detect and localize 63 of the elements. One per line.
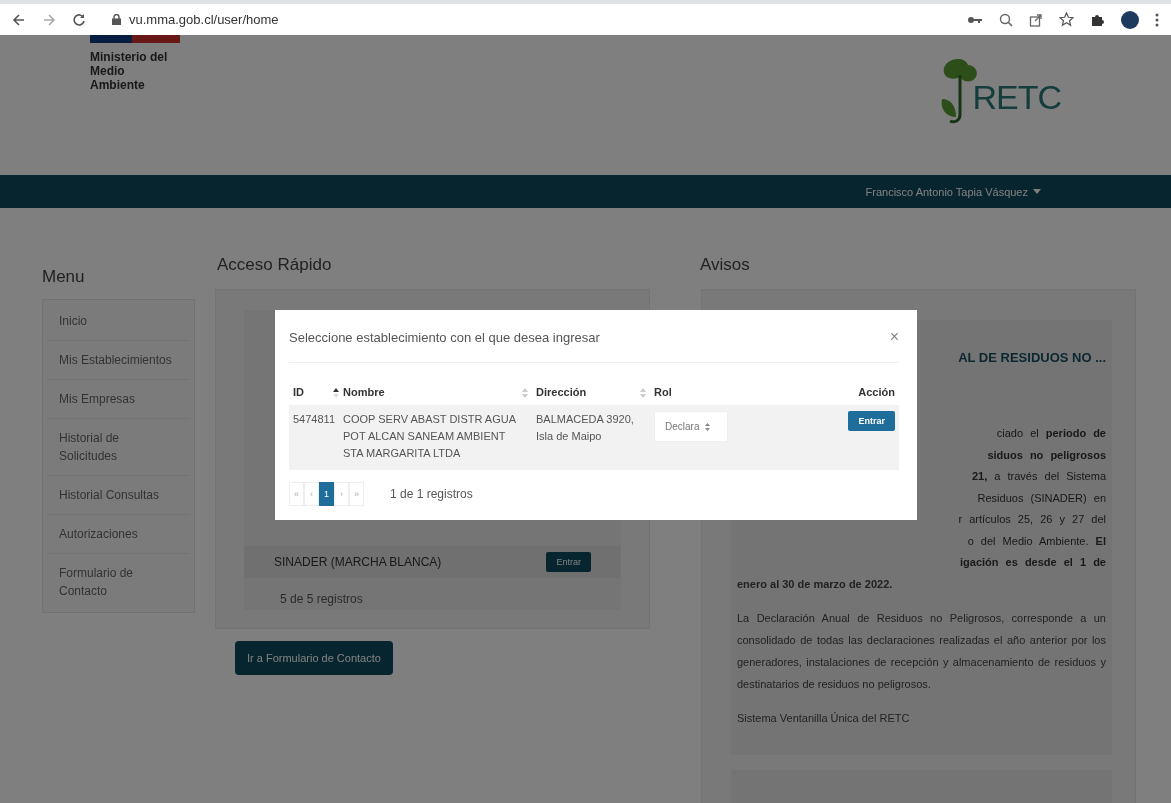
menu-item[interactable]: Mis Establecimientos (47, 341, 190, 380)
notice-text: ciado el periodo de (996, 426, 1106, 441)
column-header[interactable]: ID (289, 379, 339, 405)
notice-text: Sistema Ventanilla Única del RETC (737, 710, 911, 726)
record-count: 5 de 5 registros (279, 591, 364, 608)
zoom-icon[interactable] (999, 12, 1013, 27)
notice-text: siduos no peligrosos (987, 447, 1106, 463)
menu-item[interactable]: Inicio (47, 302, 190, 341)
reload-icon[interactable] (72, 12, 86, 27)
notice-text: 21, a través del Sistema (972, 469, 1106, 484)
section-title: Menu (42, 267, 86, 288)
menu-item[interactable]: Mis Empresas (47, 380, 190, 419)
lock-icon (112, 14, 121, 25)
sort-icon (522, 388, 528, 398)
menu-item[interactable]: Historial de Solicitudes (47, 419, 190, 476)
table-cell: COOP SERV ABAST DISTR AGUA POT ALCAN SANEAM AMBIENT STA MARGARITA LTDA (343, 413, 516, 459)
modal-title: Seleccione establecimiento con el que desea ingresar (289, 329, 600, 345)
close-button[interactable]: × (889, 328, 899, 346)
role-dropdown[interactable]: Declara (654, 411, 728, 442)
enter-button[interactable]: Entrar (546, 552, 591, 572)
share-icon[interactable] (1029, 12, 1043, 27)
notice-text: Residuos (SINADER) en (977, 490, 1106, 506)
notice-text: o del Medio Ambiente. El (967, 533, 1106, 549)
page-button[interactable]: « (289, 482, 304, 506)
menu-item[interactable]: Autorizaciones (47, 515, 190, 554)
table-cell: BALMACEDA 3920, Isla de Maipo (536, 413, 634, 442)
notice-text: La Declaración Anual de Residuos no Peligrosos, corresponde a un consolidado de todas las declaraciones realizadas el año anterior por los generadores, instalaciones de recepción y almacenamiento de residuos y destinatarios de residuos no peligrosos. (737, 610, 1106, 692)
section-title: Avisos (700, 255, 751, 276)
notice-text: enero al 30 de marzo de 2022. (737, 576, 894, 592)
table-cell: 5474811 (293, 413, 335, 425)
section-title: Acceso Rápido (217, 255, 333, 276)
notice-title: AL DE RESIDUOS NO ... (958, 350, 1106, 365)
page-button[interactable]: 1 (319, 482, 334, 506)
sort-icon (640, 388, 646, 398)
column-header[interactable]: Dirección (532, 379, 650, 405)
column-header[interactable]: Acción (799, 379, 899, 405)
notice-text: r artículos 25, 26 y 27 del (958, 512, 1106, 527)
system-name: SINADER (MARCHA BLANCA) (274, 555, 442, 569)
record-count: 1 de 1 registros (390, 487, 473, 501)
ministry-name: Ministerio del Medio Ambiente (90, 51, 169, 93)
star-icon[interactable] (1059, 12, 1074, 27)
caret-icon (1033, 189, 1041, 194)
contact-form-button[interactable]: Ir a Formulario de Contacto (235, 641, 393, 675)
flag-bar-icon (90, 35, 180, 43)
column-header[interactable]: Rol (650, 379, 800, 405)
sort-icon (705, 422, 711, 431)
puzzle-icon[interactable] (1090, 12, 1105, 27)
menu-item[interactable]: Formulario de Contacto (47, 554, 190, 610)
back-icon[interactable] (12, 12, 26, 27)
avatar-icon[interactable] (1121, 10, 1139, 29)
notice-text: igación es desde el 1 de (960, 555, 1106, 570)
logo-text: RETC (972, 77, 1061, 117)
menu-item[interactable]: Historial Consultas (47, 476, 190, 515)
address-bar[interactable]: vu.mma.gob.cl/user/home (102, 6, 481, 33)
more-icon[interactable] (1155, 12, 1159, 27)
sort-ascending-icon (333, 388, 339, 398)
page-button[interactable]: » (349, 482, 364, 506)
page-button[interactable]: ‹ (304, 482, 319, 506)
user-menu[interactable]: Francisco Antonio Tapia Vásquez (865, 185, 1041, 198)
column-header[interactable]: Nombre (339, 379, 532, 405)
enter-button[interactable]: Entrar (848, 411, 895, 431)
page-button[interactable]: › (334, 482, 349, 506)
url-text: vu.mma.gob.cl/user/home (129, 12, 279, 27)
